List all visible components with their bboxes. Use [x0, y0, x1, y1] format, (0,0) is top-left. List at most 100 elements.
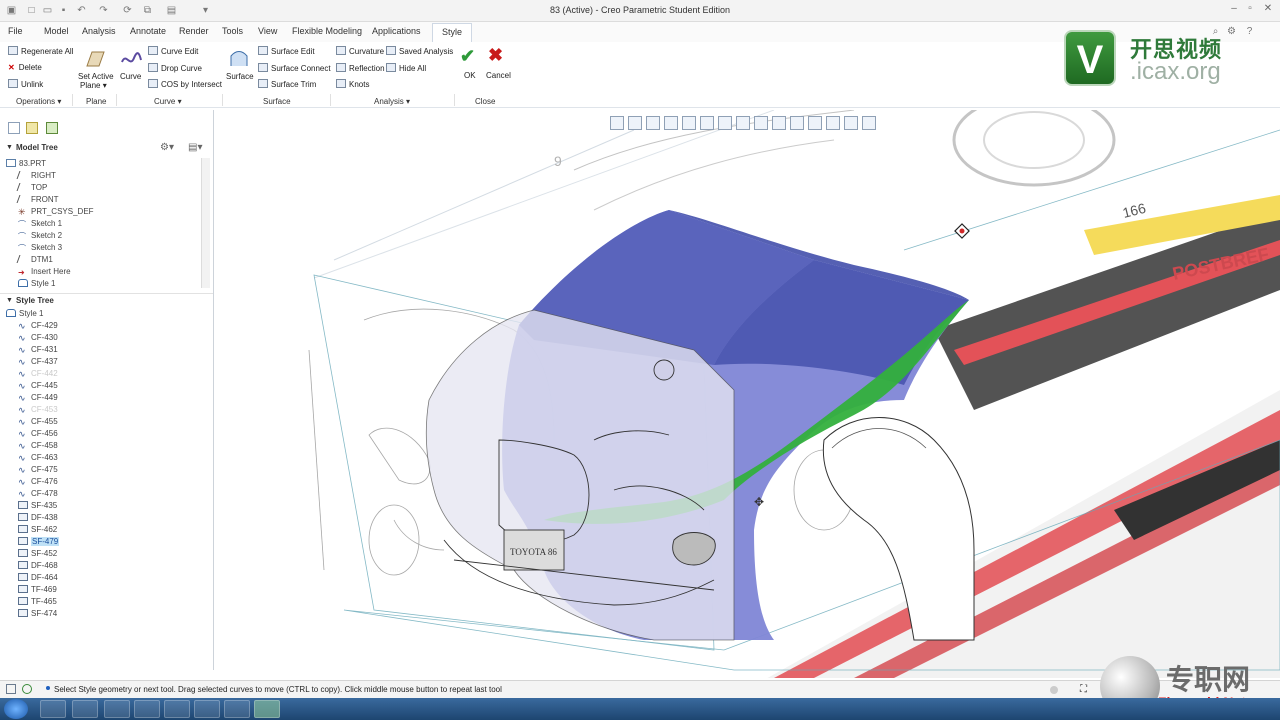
- tree-item-sketch[interactable]: ⌒ Sketch 2: [18, 230, 62, 242]
- tab-view[interactable]: View: [258, 26, 277, 36]
- tab-applications[interactable]: Applications: [372, 26, 421, 36]
- annotation-display-icon[interactable]: [790, 116, 804, 130]
- tab-analysis[interactable]: Analysis: [82, 26, 116, 36]
- tree-columns-icon[interactable]: ▤▾: [188, 142, 202, 153]
- zoom-out-icon[interactable]: [646, 116, 660, 130]
- taskbar-app-icon[interactable]: [224, 700, 250, 718]
- style-tree-item[interactable]: ∿ CF-429: [18, 320, 58, 332]
- set-active-plane-button[interactable]: Set Active: [78, 72, 114, 81]
- style-tree-item[interactable]: ∿ CF-455: [18, 416, 58, 428]
- creo-taskbar-icon[interactable]: [254, 700, 280, 718]
- minimize-icon[interactable]: –: [1228, 3, 1240, 15]
- spin-center-icon[interactable]: [772, 116, 786, 130]
- surface-button[interactable]: Surface: [226, 72, 254, 81]
- cos-by-intersect-button[interactable]: COS by Intersect: [148, 79, 222, 89]
- tree-item-datum-plane[interactable]: RIGHT: [16, 170, 56, 182]
- perspective-view-icon[interactable]: [736, 116, 750, 130]
- drop-curve-button[interactable]: Drop Curve: [148, 63, 202, 73]
- delete-button[interactable]: ✕ Delete: [8, 63, 42, 72]
- reflection-button[interactable]: Reflection: [336, 63, 385, 73]
- curvature-button[interactable]: Curvature: [336, 46, 384, 56]
- group-analysis[interactable]: Analysis ▾: [374, 97, 410, 106]
- start-button-icon[interactable]: [4, 699, 28, 719]
- view-manager-icon[interactable]: [718, 116, 732, 130]
- tree-item-datum-plane[interactable]: DTM1: [16, 254, 53, 266]
- taskbar-app-icon[interactable]: [72, 700, 98, 718]
- cancel-x-icon[interactable]: ✖: [488, 45, 503, 66]
- tree-item-sketch[interactable]: ⌒ Sketch 3: [18, 242, 62, 254]
- surface-connect-button[interactable]: Surface Connect: [258, 63, 331, 73]
- surface-edit-button[interactable]: Surface Edit: [258, 46, 315, 56]
- model-canvas[interactable]: POSTBREF 166 9 TOYOTA 86 ✥: [214, 110, 1280, 678]
- style-tree-item[interactable]: ∿ CF-442: [18, 368, 58, 380]
- tab-file[interactable]: File: [8, 26, 23, 36]
- group-operations[interactable]: Operations ▾: [16, 97, 61, 106]
- tree-item-datum-plane[interactable]: TOP: [16, 182, 47, 194]
- show-navigator-icon[interactable]: [6, 684, 16, 694]
- style-tree-item[interactable]: ∿ CF-475: [18, 464, 58, 476]
- style-tree-item[interactable]: ∿ CF-430: [18, 332, 58, 344]
- grid-display-icon[interactable]: [808, 116, 822, 130]
- style-tree-item[interactable]: ∿ CF-458: [18, 440, 58, 452]
- tab-annotate[interactable]: Annotate: [130, 26, 166, 36]
- style-tree-item[interactable]: SF-452: [18, 548, 57, 560]
- taskbar-app-icon[interactable]: [40, 700, 66, 718]
- section-display-icon[interactable]: [844, 116, 858, 130]
- style-tree-item[interactable]: SF-474: [18, 608, 57, 620]
- curve-edit-button[interactable]: Curve Edit: [148, 46, 198, 56]
- tree-item-insert-here[interactable]: ➜ Insert Here: [18, 266, 71, 278]
- refit-icon[interactable]: [610, 116, 624, 130]
- style-tree-item[interactable]: SF-462: [18, 524, 57, 536]
- graphics-window[interactable]: POSTBREF 166 9 TOYOTA 86 ✥: [214, 110, 1280, 678]
- style-tree-item[interactable]: SF-435: [18, 500, 57, 512]
- model-tree-header[interactable]: ▼ Model Tree: [0, 141, 213, 155]
- tree-item-style[interactable]: Style 1: [18, 278, 55, 290]
- style-tree-item[interactable]: ∿ CF-445: [18, 380, 58, 392]
- tree-settings-icon[interactable]: ⚙▾: [160, 142, 174, 153]
- hide-all-button[interactable]: Hide All: [386, 63, 426, 73]
- display-style-icon[interactable]: [682, 116, 696, 130]
- tab-flexible-modeling[interactable]: Flexible Modeling: [292, 26, 362, 36]
- ok-button[interactable]: OK: [464, 71, 476, 80]
- saved-analysis-button[interactable]: Saved Analysis: [386, 46, 453, 56]
- curve-button[interactable]: Curve: [120, 72, 141, 81]
- tab-render[interactable]: Render: [179, 26, 209, 36]
- favorites-tab-icon[interactable]: [46, 122, 58, 134]
- group-curve[interactable]: Curve ▾: [154, 97, 182, 106]
- tab-model[interactable]: Model: [44, 26, 69, 36]
- close-icon[interactable]: ✕: [1262, 3, 1274, 15]
- taskbar-app-icon[interactable]: [104, 700, 130, 718]
- model-tree-scrollbar[interactable]: [201, 158, 210, 288]
- zoom-in-icon[interactable]: [628, 116, 642, 130]
- style-tree-item[interactable]: DF-468: [18, 560, 58, 572]
- style-tree-root[interactable]: Style 1: [6, 308, 43, 320]
- style-tree-item[interactable]: ∿ CF-478: [18, 488, 58, 500]
- selection-filter-icon[interactable]: ⛶: [1080, 684, 1087, 695]
- style-tree-item[interactable]: SF-479: [18, 536, 60, 548]
- model-tree-tab-icon[interactable]: [8, 122, 20, 134]
- style-tree-item[interactable]: TF-469: [18, 584, 57, 596]
- style-tree-item[interactable]: TF-465: [18, 596, 57, 608]
- unlink-button[interactable]: Unlink: [8, 79, 43, 89]
- knots-button[interactable]: Knots: [336, 79, 369, 89]
- saved-orientations-icon[interactable]: [700, 116, 714, 130]
- chrome-taskbar-icon[interactable]: [134, 700, 160, 718]
- repaint-icon[interactable]: [664, 116, 678, 130]
- style-tree-item[interactable]: ∿ CF-476: [18, 476, 58, 488]
- browser-icon[interactable]: [22, 684, 32, 694]
- regenerate-all-button[interactable]: Regenerate All: [8, 46, 73, 56]
- style-tree-header[interactable]: ▼ Style Tree: [0, 293, 213, 307]
- tree-item-datum-plane[interactable]: FRONT: [16, 194, 59, 206]
- tree-item-sketch[interactable]: ⌒ Sketch 1: [18, 218, 62, 230]
- surface-trim-button[interactable]: Surface Trim: [258, 79, 316, 89]
- style-tree-item[interactable]: DF-464: [18, 572, 58, 584]
- tree-item-part[interactable]: 83.PRT: [6, 158, 46, 170]
- tree-item-csys[interactable]: ✳ PRT_CSYS_DEF: [18, 206, 94, 218]
- cancel-button[interactable]: Cancel: [486, 71, 511, 80]
- folder-browser-tab-icon[interactable]: [26, 122, 38, 134]
- style-tree-item[interactable]: ∿ CF-449: [18, 392, 58, 404]
- style-tree-item[interactable]: DF-438: [18, 512, 58, 524]
- style-tree-item[interactable]: ∿ CF-456: [18, 428, 58, 440]
- curvature-display-icon[interactable]: [826, 116, 840, 130]
- tab-style[interactable]: Style: [432, 23, 473, 42]
